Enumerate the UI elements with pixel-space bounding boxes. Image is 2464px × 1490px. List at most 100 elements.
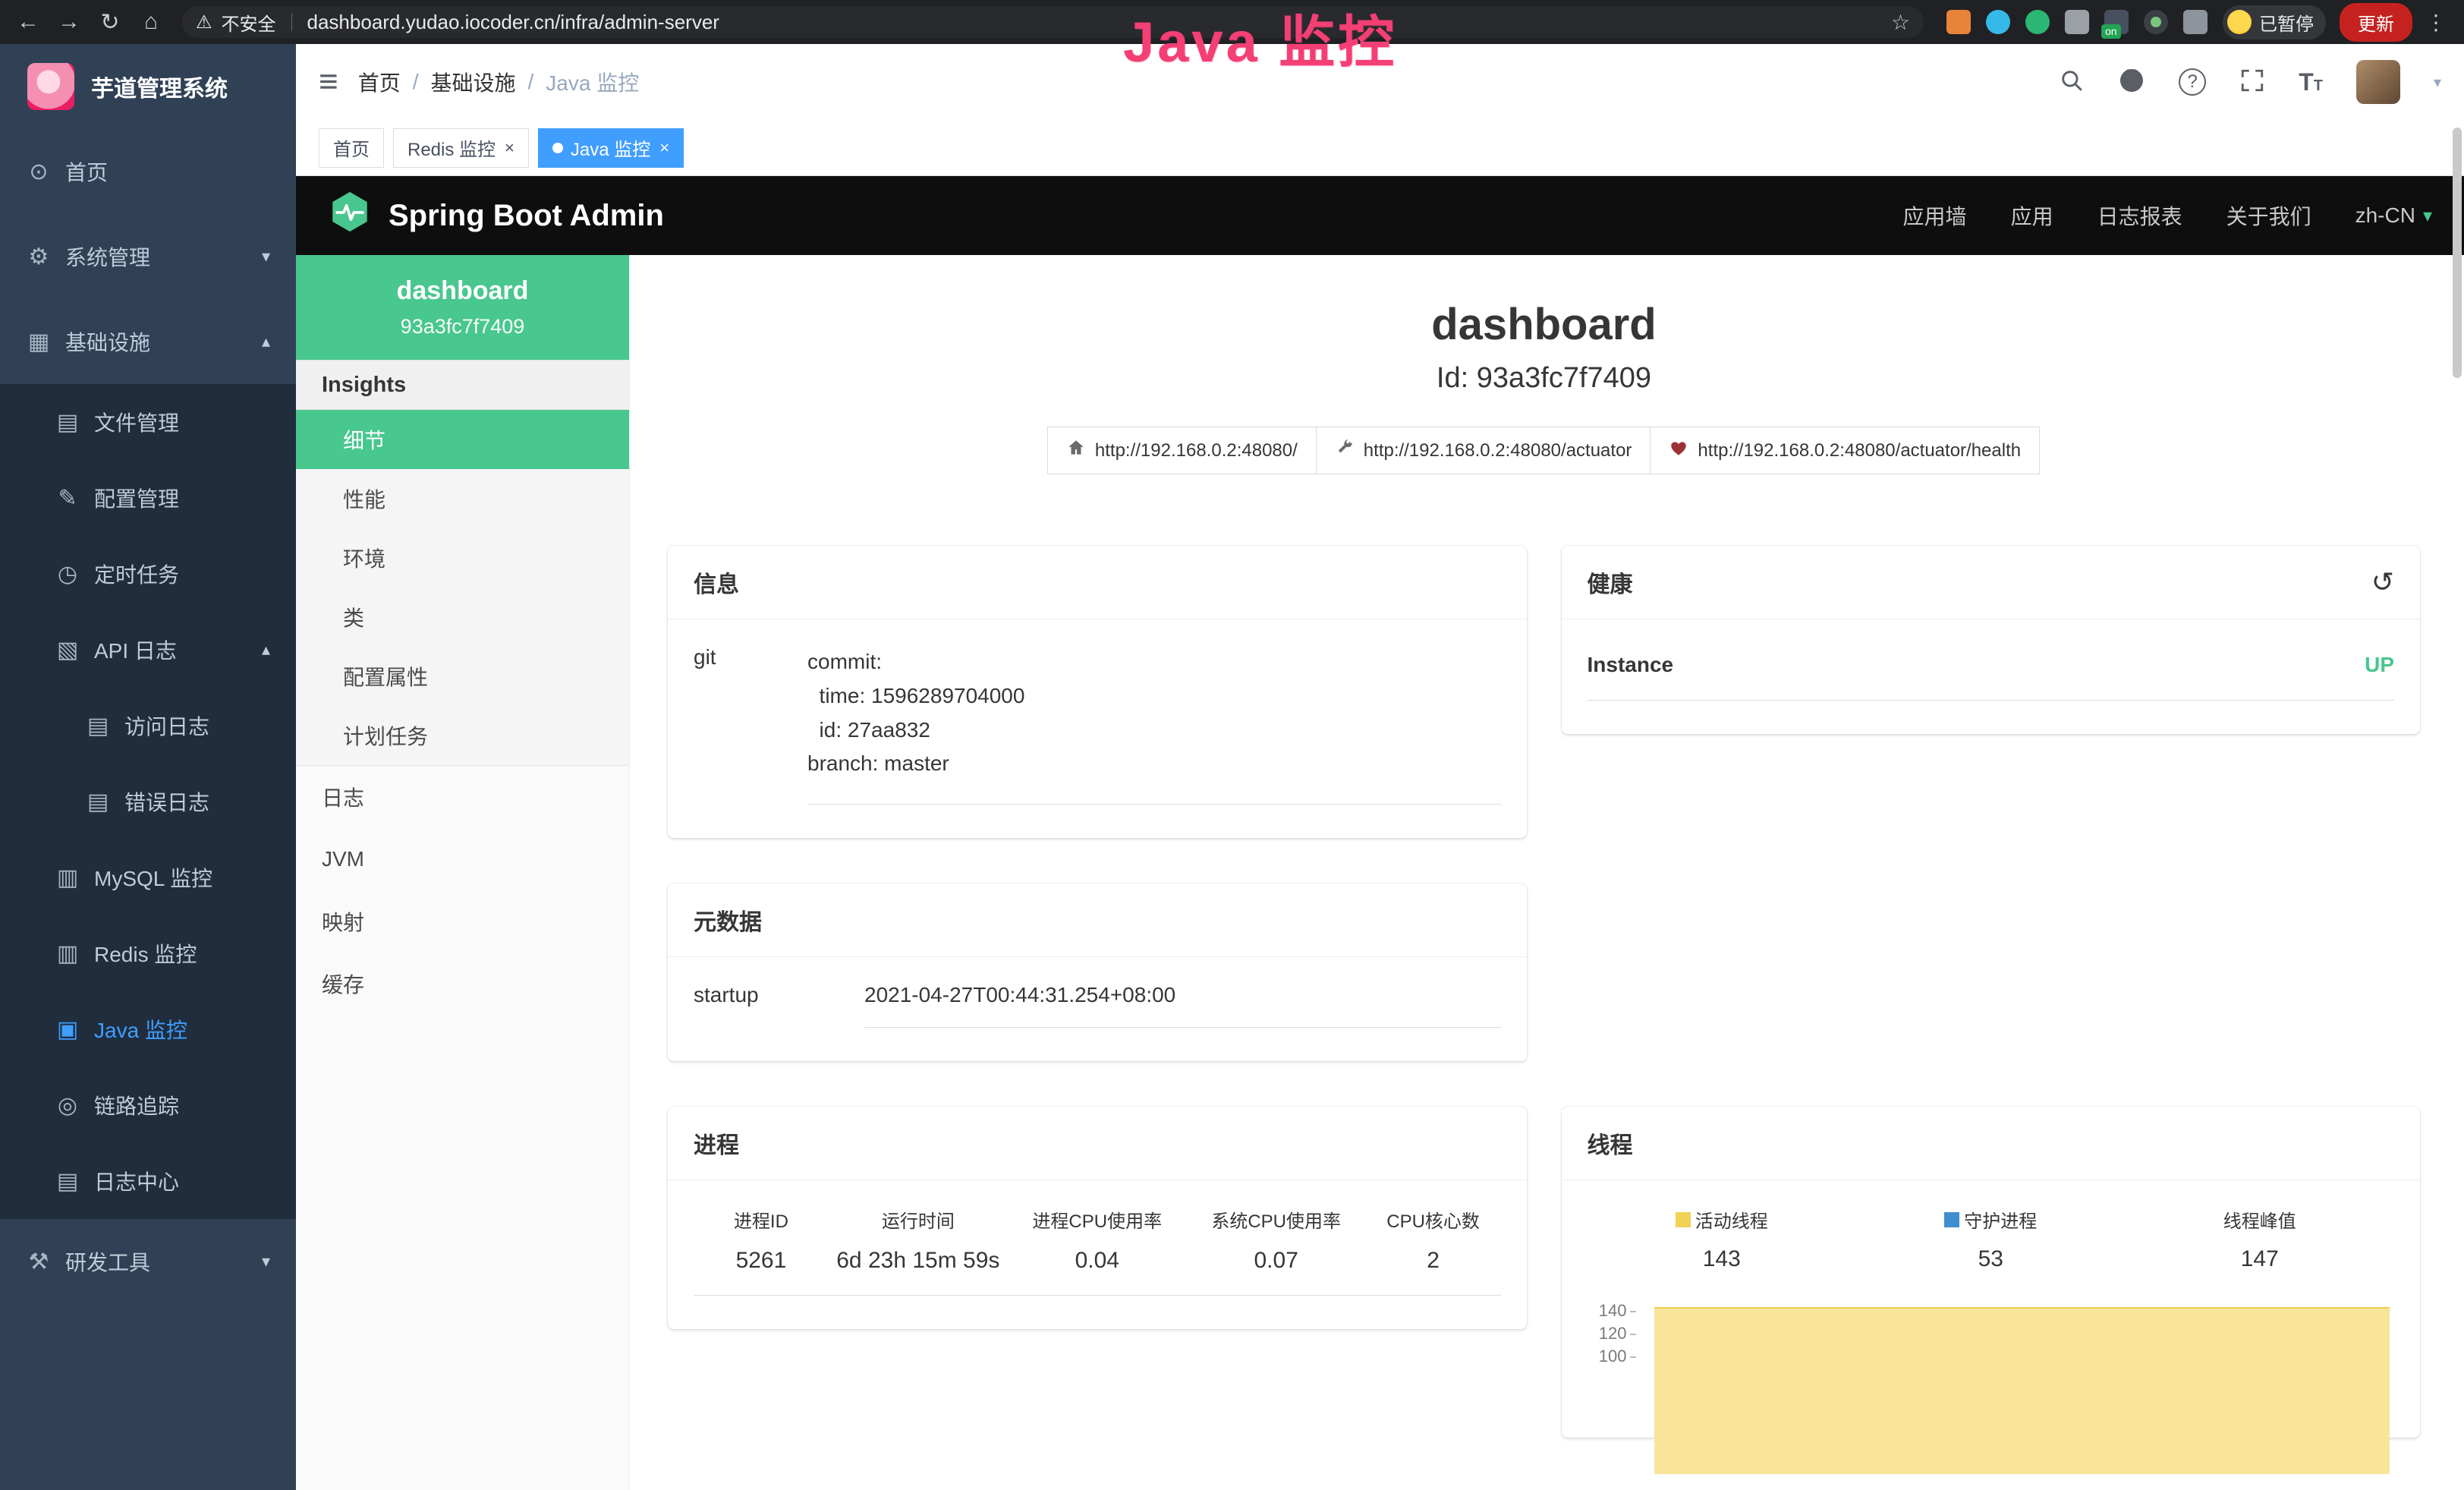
sidebar-item-dev-tools[interactable]: ⚒ 研发工具 ▾ <box>0 1219 296 1304</box>
sidebar-item-config-management[interactable]: ✎ 配置管理 <box>0 460 296 536</box>
heartbeat-icon <box>1669 438 1688 463</box>
sidebar-item-label: 基础设施 <box>65 326 150 357</box>
tab-label: Java 监控 <box>571 134 650 161</box>
smiley-avatar-icon <box>2227 10 2252 34</box>
sidebar-item-access-logs[interactable]: ▤ 访问日志 <box>0 688 296 764</box>
sidebar-item-log-center[interactable]: ▤ 日志中心 <box>0 1143 296 1219</box>
sba-menu-logs[interactable]: 日志 <box>296 766 629 828</box>
extension-icon-1[interactable] <box>1946 10 1971 34</box>
security-label[interactable]: 不安全 <box>222 9 276 36</box>
sba-nav-about[interactable]: 关于我们 <box>2226 200 2311 231</box>
info-git-row: git commit: time: 1596289704000 id: 27aa… <box>694 645 1501 805</box>
active-tab-dot <box>552 143 563 153</box>
sidebar-item-infrastructure[interactable]: ▦ 基础设施 ▴ <box>0 299 296 384</box>
sba-menu-caches[interactable]: 缓存 <box>296 953 629 1015</box>
metadata-startup-row: startup 2021-04-27T00:44:31.254+08:00 <box>694 983 1501 1028</box>
sba-menu-performance[interactable]: 性能 <box>296 469 629 528</box>
sidebar-item-system[interactable]: ⚙ 系统管理 ▾ <box>0 214 296 299</box>
extension-icon-3[interactable] <box>2025 10 2050 34</box>
sba-nav-wallboard[interactable]: 应用墙 <box>1903 200 1967 231</box>
sidebar-item-tracing[interactable]: ◎ 链路追踪 <box>0 1067 296 1143</box>
refresh-button[interactable]: ↻ <box>93 5 127 39</box>
sidebar-item-scheduled-jobs[interactable]: ◷ 定时任务 <box>0 536 296 612</box>
home-button[interactable]: ⌂ <box>134 5 168 39</box>
chevron-up-icon: ▴ <box>262 332 270 351</box>
back-button[interactable]: ← <box>11 5 46 39</box>
sidebar-item-home[interactable]: ⊙ 首页 <box>0 129 296 214</box>
address-bar[interactable]: ⚠ 不安全 dashboard.yudao.iocoder.cn/infra/a… <box>182 6 1924 38</box>
sba-menu-jvm[interactable]: JVM <box>296 828 629 890</box>
extensions-puzzle-icon[interactable] <box>2183 10 2208 34</box>
scrollbar-thumb[interactable] <box>2453 128 2462 378</box>
database-icon: ▥ <box>55 865 80 891</box>
tab-redis-monitor[interactable]: Redis 监控 × <box>393 128 529 168</box>
tab-java-monitor[interactable]: Java 监控 × <box>538 128 684 168</box>
metric-value: 2 <box>1370 1248 1496 1274</box>
process-uptime: 运行时间 6d 23h 15m 59s <box>829 1206 1008 1274</box>
app-logo[interactable]: 芋道管理系统 <box>0 44 296 129</box>
close-icon[interactable]: × <box>505 138 515 158</box>
hamburger-icon[interactable]: ≡ <box>319 63 338 101</box>
help-icon[interactable]: ? <box>2179 68 2206 96</box>
close-icon[interactable]: × <box>659 138 669 158</box>
app-title: 芋道管理系统 <box>91 70 228 103</box>
cpu-cores: CPU核心数 2 <box>1366 1206 1501 1274</box>
breadcrumb-home[interactable]: 首页 <box>358 67 401 97</box>
sba-locale-select[interactable]: zh-CN ▾ <box>2355 203 2432 228</box>
process-card-title: 进程 <box>668 1107 1527 1180</box>
metadata-startup-key: startup <box>694 983 864 1028</box>
fullscreen-icon[interactable] <box>2239 68 2265 97</box>
sba-menu-classes[interactable]: 类 <box>296 587 629 647</box>
page-title: dashboard <box>668 299 2420 350</box>
instance-home-link[interactable]: http://192.168.0.2:48080/ <box>1047 427 1317 474</box>
extension-icon-2[interactable] <box>1986 10 2010 34</box>
extension-icon-5[interactable]: on <box>2104 10 2129 34</box>
sidebar-item-error-logs[interactable]: ▤ 错误日志 <box>0 764 296 840</box>
breadcrumb-infrastructure[interactable]: 基础设施 <box>430 67 515 97</box>
search-icon[interactable] <box>2059 68 2085 97</box>
forward-button[interactable]: → <box>52 5 87 39</box>
avatar-caret-icon[interactable]: ▾ <box>2434 73 2441 92</box>
chevron-down-icon: ▾ <box>262 1252 270 1271</box>
sba-nav-applications[interactable]: 应用 <box>2011 200 2053 231</box>
sidebar-item-file-management[interactable]: ▤ 文件管理 <box>0 384 296 460</box>
github-icon[interactable] <box>2118 67 2145 98</box>
sidebar-item-label: 链路追踪 <box>94 1090 179 1120</box>
breadcrumb: 首页 / 基础设施 / Java 监控 <box>358 67 640 97</box>
user-avatar[interactable] <box>2356 60 2400 104</box>
browser-menu-button[interactable]: ⋮ <box>2418 5 2453 39</box>
update-button[interactable]: 更新 <box>2340 3 2412 42</box>
profile-paused-button[interactable]: 已暂停 <box>2223 5 2326 39</box>
sba-nav-journal[interactable]: 日志报表 <box>2097 200 2182 231</box>
y-axis-tick: 100 <box>1594 1347 1636 1366</box>
sidebar-item-mysql-monitor[interactable]: ▥ MySQL 监控 <box>0 840 296 915</box>
extension-icon-6[interactable] <box>2144 10 2168 34</box>
sba-menu-scheduled-tasks[interactable]: 计划任务 <box>296 706 629 765</box>
sba-menu-mappings[interactable]: 映射 <box>296 890 629 953</box>
health-card: 健康 ↺ Instance UP <box>1562 546 2421 734</box>
url-text[interactable]: dashboard.yudao.iocoder.cn/infra/admin-s… <box>307 11 1882 34</box>
instance-actuator-link[interactable]: http://192.168.0.2:48080/actuator <box>1316 427 1651 474</box>
sidebar-item-java-monitor[interactable]: ▣ Java 监控 <box>0 991 296 1067</box>
tab-home[interactable]: 首页 <box>319 128 384 168</box>
annotation-java-monitor: Java 监控 <box>1123 0 1397 78</box>
extension-icon-4[interactable] <box>2065 10 2089 34</box>
sidebar-item-redis-monitor[interactable]: ▥ Redis 监控 <box>0 915 296 991</box>
sba-instance-header[interactable]: dashboard 93a3fc7f7409 <box>296 255 629 360</box>
bookmark-star-icon[interactable]: ☆ <box>1891 10 1910 35</box>
tags-view: 首页 Redis 监控 × Java 监控 × <box>296 120 2464 176</box>
sidebar-item-api-logs[interactable]: ▧ API 日志 ▴ <box>0 612 296 688</box>
sba-menu-config-props[interactable]: 配置属性 <box>296 647 629 706</box>
history-icon[interactable]: ↺ <box>2371 566 2394 598</box>
sba-brand[interactable]: Spring Boot Admin <box>328 190 664 241</box>
instance-health-link[interactable]: http://192.168.0.2:48080/actuator/health <box>1650 427 2040 474</box>
font-size-large-glyph: T <box>2299 68 2314 96</box>
sba-menu-environment[interactable]: 环境 <box>296 528 629 587</box>
metric-label: 进程ID <box>698 1206 824 1233</box>
sba-menu-details[interactable]: 细节 <box>296 410 629 469</box>
font-size-icon[interactable]: TT <box>2299 68 2323 96</box>
sidebar-item-label: Redis 监控 <box>94 938 197 969</box>
threads-card: 线程 活动线程 143 <box>1562 1107 2421 1438</box>
metric-label: 系统CPU使用率 <box>1191 1206 1361 1233</box>
api-log-icon: ▧ <box>55 637 80 663</box>
